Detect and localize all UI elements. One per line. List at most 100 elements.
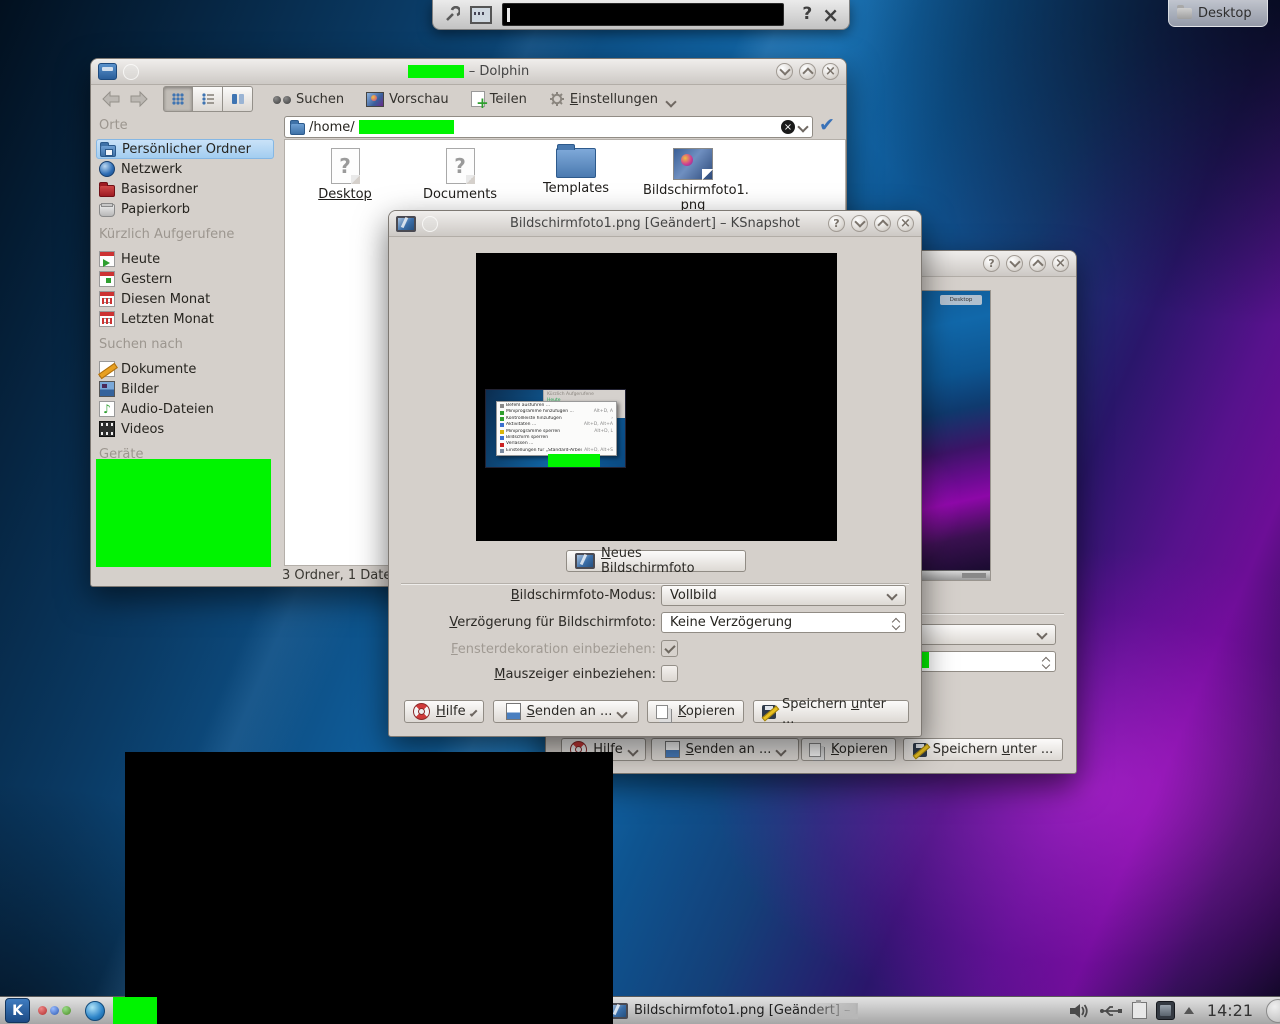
usb-icon[interactable] <box>1099 1003 1123 1019</box>
icons-view-button[interactable] <box>163 86 193 112</box>
taskbar-task-button[interactable]: Bildschirmfoto1.png [Geändert] – KSn <box>608 1003 858 1019</box>
location-accept-checkmark[interactable]: ✔ <box>819 114 835 136</box>
decoration-checkbox[interactable] <box>661 640 678 657</box>
menu-item-icon <box>500 411 504 415</box>
cursor-label: Mauszeiger einbeziehen: <box>389 667 656 682</box>
copy-icon <box>656 705 668 719</box>
file-item-screenshot[interactable]: Bildschirmfoto1. png <box>643 148 743 213</box>
kmenu-icon[interactable]: K <box>5 998 30 1023</box>
search-button[interactable]: Suchen <box>273 92 344 107</box>
system-activity-icon[interactable] <box>470 6 492 24</box>
panel-cashew-icon[interactable] <box>1266 999 1280 1023</box>
mode-label: Bildschirmfoto-Modus: <box>389 588 656 603</box>
save-icon <box>913 743 927 757</box>
calendar-today-icon <box>99 251 115 267</box>
help-button[interactable] <box>983 255 1000 272</box>
clipboard-icon[interactable] <box>1132 1002 1147 1019</box>
sidebar-item-last-month[interactable]: Letzten Monat <box>96 309 274 329</box>
maximize-button[interactable] <box>874 215 891 232</box>
mode-value: Vollbild <box>670 588 717 603</box>
titlebar-menu-icon <box>422 216 438 232</box>
sidebar-item-network[interactable]: Netzwerk <box>96 159 274 179</box>
share-button[interactable]: Teilen <box>471 91 527 107</box>
new-screenshot-button[interactable]: Neues Bildschirmfoto <box>566 550 746 572</box>
save-as-button[interactable]: Speichern unter ... <box>753 700 909 723</box>
close-button[interactable] <box>822 63 839 80</box>
unknown-file-icon: ? <box>331 148 360 184</box>
sidebar-item-documents[interactable]: Dokumente <box>96 359 274 379</box>
krunner-bar: ? × <box>432 0 850 30</box>
copy-icon <box>809 743 821 757</box>
mini-desktop-widget: Desktop <box>940 295 982 305</box>
forward-icon[interactable] <box>129 91 149 107</box>
maximize-button[interactable] <box>799 63 816 80</box>
menu-item-icon <box>500 443 504 447</box>
ksnapshot-titlebar[interactable]: Bildschirmfoto1.png [Geändert] – KSnapsh… <box>389 211 921 237</box>
minimize-button[interactable] <box>851 215 868 232</box>
sidebar-item-audio[interactable]: Audio-Dateien <box>96 399 274 419</box>
censored-region <box>125 752 613 1024</box>
system-tray: 14:21 <box>1068 999 1280 1023</box>
globe-launcher-icon[interactable] <box>85 1001 105 1021</box>
volume-icon[interactable] <box>1068 1002 1090 1020</box>
preview-button[interactable]: Vorschau <box>366 92 449 107</box>
details-view-button[interactable] <box>193 86 223 112</box>
decoration-label: Fensterdekoration einbeziehen: <box>389 642 656 657</box>
file-item-desktop[interactable]: ? Desktop <box>295 148 395 202</box>
sidebar-item-yesterday[interactable]: Gestern <box>96 269 274 289</box>
close-button[interactable] <box>1052 255 1069 272</box>
sidebar-item-videos[interactable]: Videos <box>96 419 274 439</box>
settings-button[interactable]: Einstellungen <box>549 91 675 107</box>
help-button[interactable] <box>828 215 845 232</box>
ksnapshot-icon <box>396 216 416 232</box>
sidebar-item-this-month[interactable]: Diesen Monat <box>96 289 274 309</box>
lifebuoy-icon <box>413 703 430 720</box>
screenshot-preview[interactable]: Kürzlich Aufgerufene Heute Befehl ausfüh… <box>476 253 837 541</box>
text-cursor <box>507 8 510 22</box>
home-folder-icon <box>100 145 116 157</box>
file-item-templates[interactable]: Templates <box>526 148 626 196</box>
save-as-button[interactable]: Speichern unter ... <box>903 738 1063 761</box>
sidebar-item-trash[interactable]: Papierkorb <box>96 199 274 219</box>
chevron-down-icon <box>617 707 628 718</box>
location-bar[interactable]: /home/ × <box>284 116 813 138</box>
help-button[interactable]: Hilfe <box>404 700 484 723</box>
help-icon[interactable]: ? <box>802 6 812 23</box>
minimize-button[interactable] <box>776 63 793 80</box>
copy-button[interactable]: Kopieren <box>801 738 896 761</box>
close-button[interactable] <box>897 215 914 232</box>
titlebar-menu-icon <box>123 64 139 80</box>
taskbar-clock[interactable]: 14:21 <box>1207 1001 1253 1020</box>
chevron-down-icon <box>627 745 638 756</box>
cursor-checkbox[interactable] <box>661 665 678 682</box>
pager-icon[interactable] <box>38 1006 71 1015</box>
clear-location-icon[interactable]: × <box>781 120 795 134</box>
krunner-search-input[interactable] <box>502 3 784 26</box>
send-to-button[interactable]: Senden an ... <box>651 738 799 761</box>
device-notifier-icon[interactable] <box>1156 1001 1175 1020</box>
desktop-folder-widget[interactable]: Desktop <box>1168 0 1268 27</box>
mode-combobox[interactable]: Vollbild <box>661 585 906 606</box>
sidebar-item-root[interactable]: Basisordner <box>96 179 274 199</box>
menu-item-icon <box>500 430 504 434</box>
tray-expander-icon[interactable] <box>1184 1007 1194 1014</box>
sidebar-item-personal-folder[interactable]: Persönlicher Ordner <box>96 139 274 159</box>
close-icon[interactable]: × <box>822 5 839 25</box>
send-to-button[interactable]: Senden an ... <box>493 700 639 723</box>
columns-view-button[interactable] <box>223 86 253 112</box>
sidebar-item-today[interactable]: Heute <box>96 249 274 269</box>
sidebar-item-images[interactable]: Bilder <box>96 379 274 399</box>
file-item-documents[interactable]: ? Documents <box>410 148 510 202</box>
minimize-button[interactable] <box>1006 255 1023 272</box>
location-dropdown-icon[interactable] <box>797 121 808 132</box>
wrench-icon[interactable] <box>443 6 460 24</box>
dolphin-icon <box>98 63 117 80</box>
blue-folder-icon <box>556 148 596 178</box>
copy-button[interactable]: Kopieren <box>647 700 744 723</box>
chevron-down-icon <box>776 745 787 756</box>
dolphin-titlebar[interactable]: – Dolphin <box>91 59 846 85</box>
delay-spinbox[interactable]: Keine Verzögerung <box>661 612 906 633</box>
back-icon[interactable] <box>101 91 121 107</box>
maximize-button[interactable] <box>1029 255 1046 272</box>
dolphin-toolbar: Suchen Vorschau Teilen Einstellungen <box>91 85 846 113</box>
